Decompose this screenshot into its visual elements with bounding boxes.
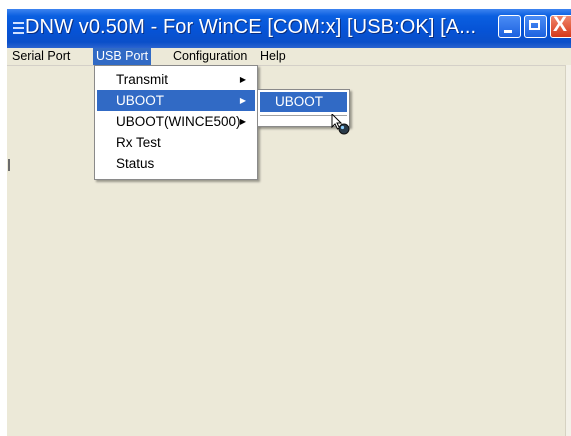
app-icon[interactable] [13,22,24,34]
menu-usb-port[interactable]: USB Port [93,48,152,65]
menu-item-label: Status [116,156,155,171]
menu-help[interactable]: Help [257,48,289,65]
vertical-scrollbar[interactable] [565,65,571,436]
busy-cursor-icon [331,114,350,135]
scroll-down-arrow-icon[interactable] [566,424,571,434]
menu-item-uboot-wince500[interactable]: UBOOT(WINCE500) ▶ [97,111,255,132]
submenu-arrow-icon: ▶ [239,96,246,105]
menu-item-label: UBOOT [116,93,165,108]
menu-item-uboot[interactable]: UBOOT ▶ [97,90,255,111]
scroll-up-arrow-icon[interactable] [566,67,571,77]
menu-item-status[interactable]: Status [97,153,255,174]
app-window: DNW v0.50M - For WinCE [COM:x] [USB:OK] … [7,9,571,436]
menu-item-transmit[interactable]: Transmit ▶ [97,69,255,90]
submenu-item-uboot[interactable]: UBOOT [260,92,347,112]
maximize-button[interactable] [524,15,547,38]
close-icon: X [553,13,568,36]
window-title: DNW v0.50M - For WinCE [COM:x] [USB:OK] … [25,16,477,38]
menu-bar: Serial Port USB Port Configuration Help [7,48,571,65]
menu-item-label: Transmit [116,72,169,87]
minimize-button[interactable] [498,15,521,38]
menu-item-label: UBOOT(WINCE500) [116,114,241,129]
menu-item-rx-test[interactable]: Rx Test [97,132,255,153]
usb-port-menu: Transmit ▶ UBOOT ▶ UBOOT(WINCE500) ▶ Rx … [94,65,258,180]
left-edge-marker [8,159,10,171]
menu-configuration[interactable]: Configuration [170,48,250,65]
menu-serial-port[interactable]: Serial Port [9,48,73,65]
submenu-arrow-icon: ▶ [239,117,246,126]
close-button[interactable]: X [550,13,571,38]
submenu-arrow-icon: ▶ [239,75,246,84]
menu-item-label: Rx Test [116,135,161,150]
title-bar[interactable]: DNW v0.50M - For WinCE [COM:x] [USB:OK] … [7,9,571,48]
